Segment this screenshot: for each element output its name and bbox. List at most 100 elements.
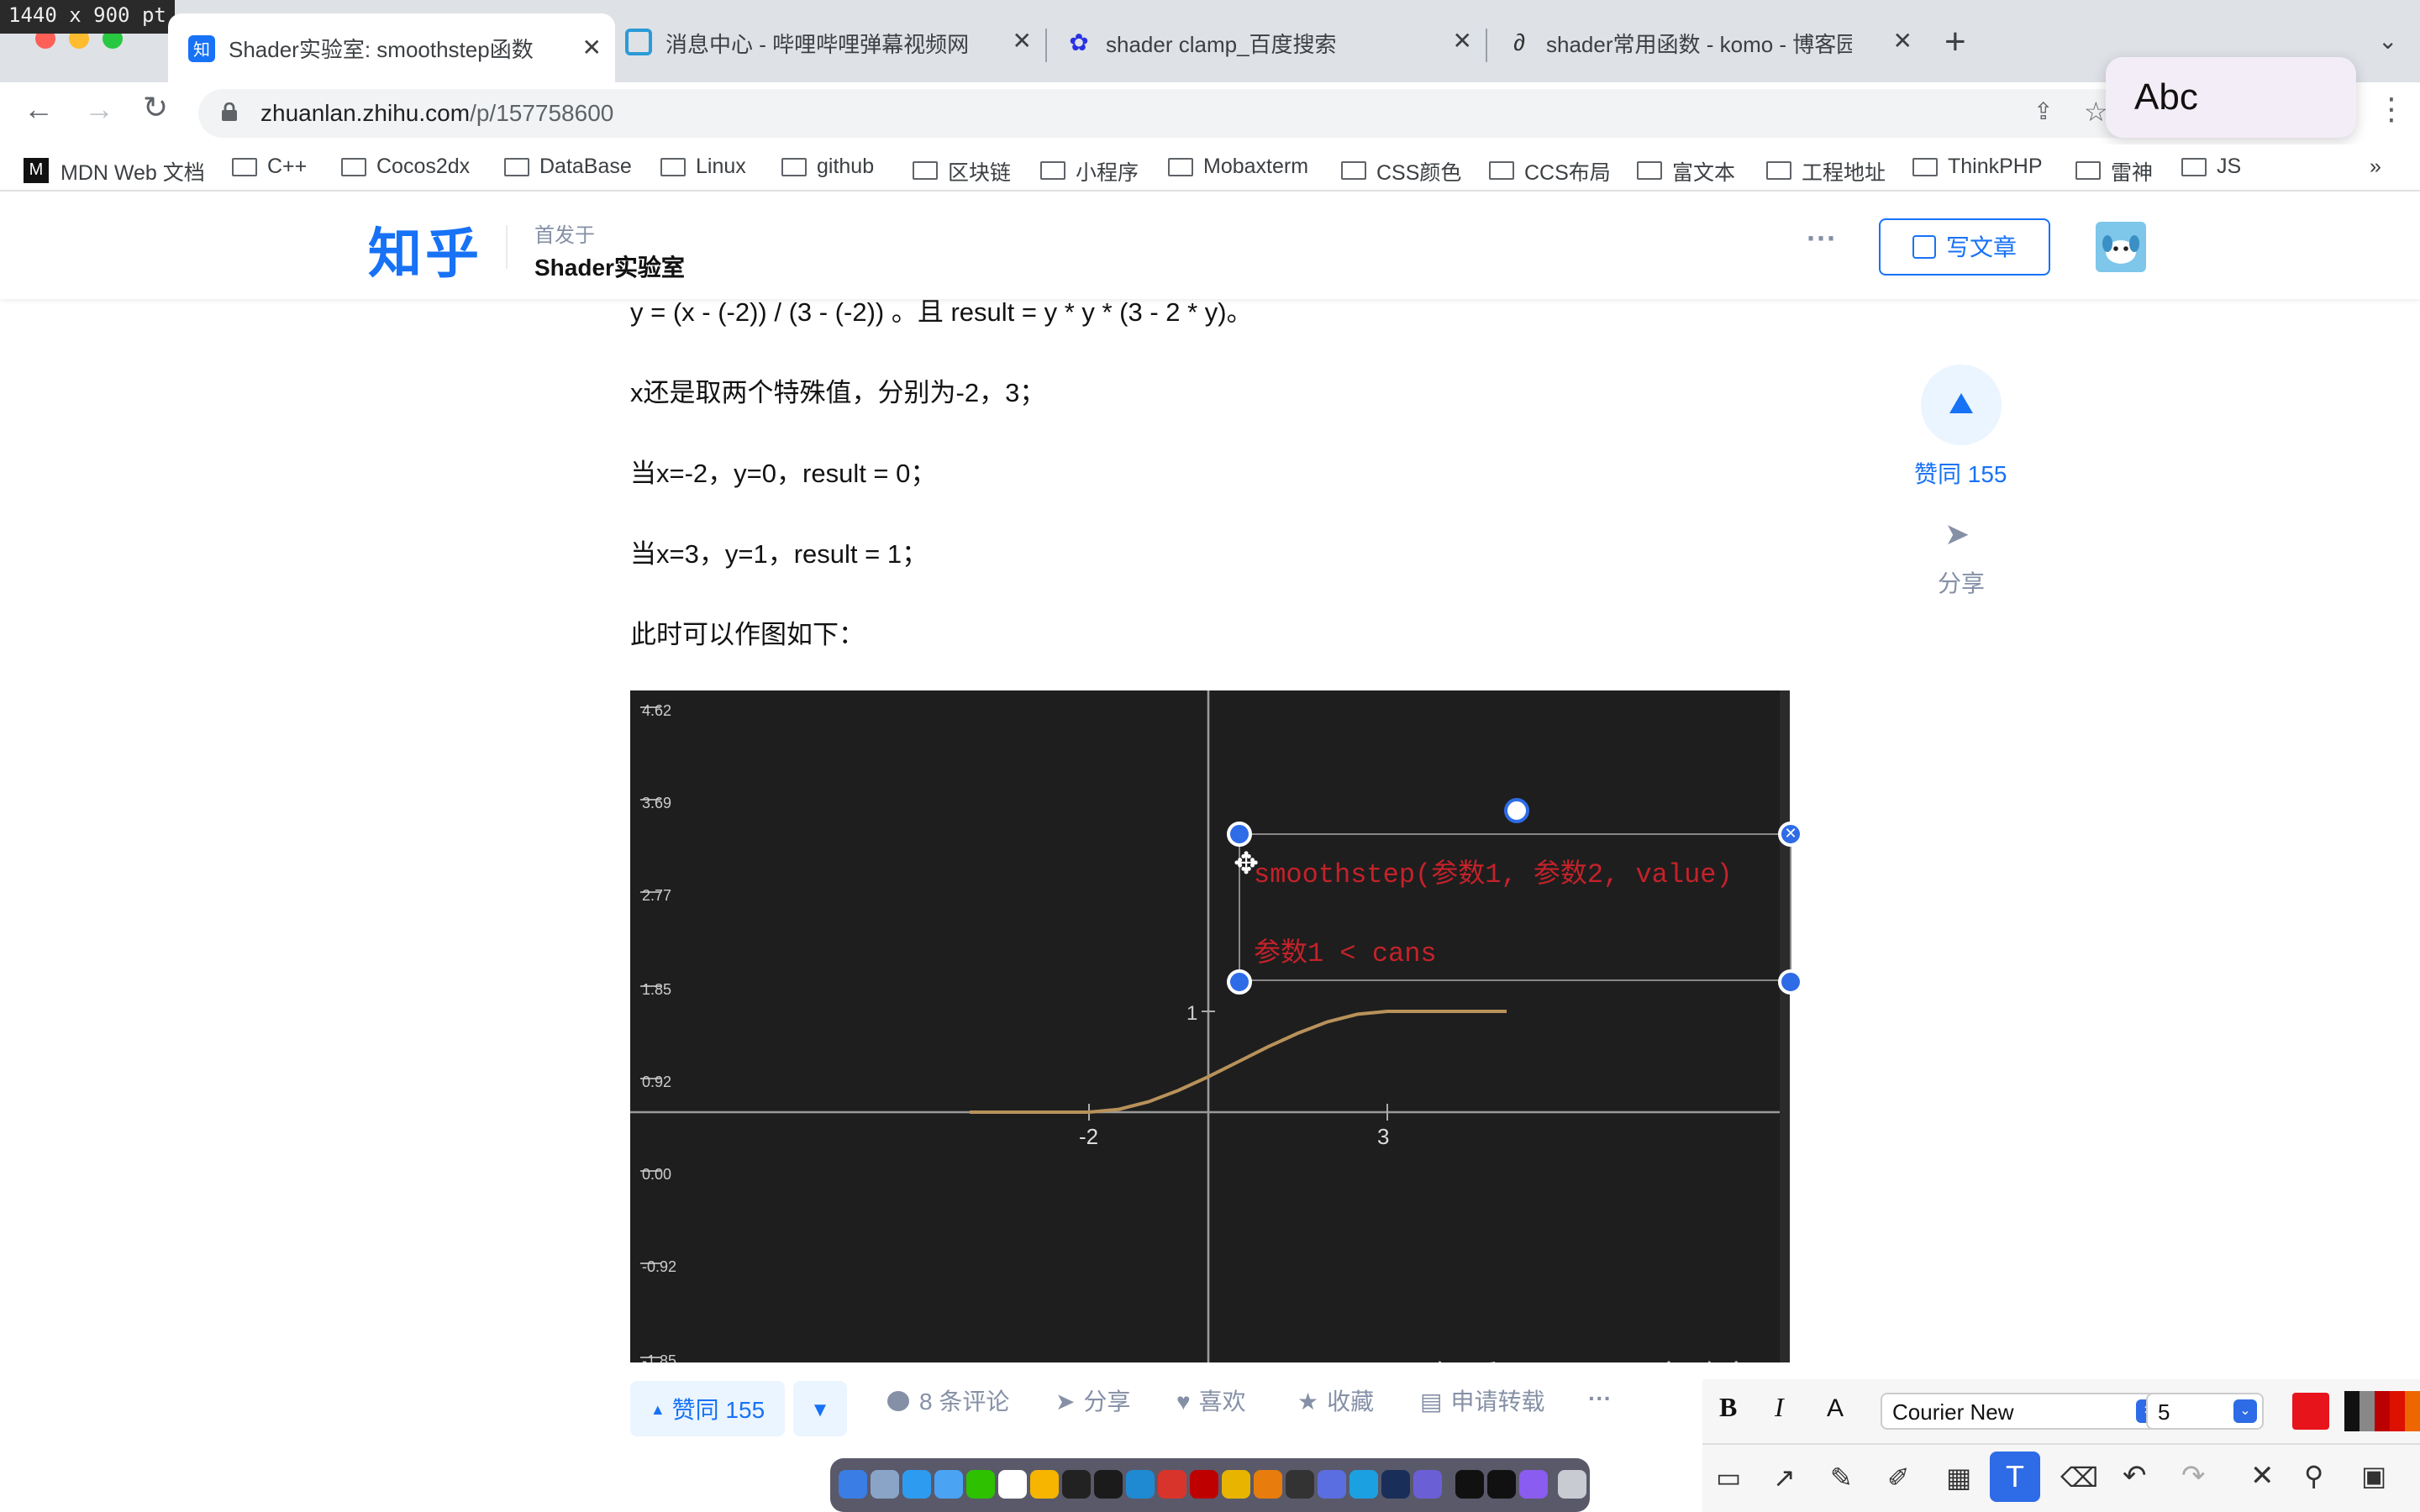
font-size-select[interactable]: 5 ⌄ [2146, 1393, 2264, 1430]
close-tab-icon[interactable]: ✕ [1893, 27, 1912, 55]
back-icon[interactable]: ← [24, 92, 54, 128]
italic-button[interactable]: I [1775, 1394, 1784, 1425]
delete-handle-icon[interactable]: ✕ [1778, 822, 1803, 847]
finder-icon[interactable] [839, 1470, 867, 1499]
bookmark-mdn[interactable]: M MDN Web 文档 [24, 155, 205, 186]
write-article-button[interactable]: 写文章 [1879, 218, 2050, 276]
tab-zhihu[interactable]: 知 Shader实验室: smoothstep函数 ✕ [168, 13, 615, 82]
mosaic-tool-icon[interactable]: ▦ [1946, 1462, 1971, 1495]
launchpad-icon[interactable] [871, 1470, 899, 1499]
triangle-down-icon: ▼ [810, 1397, 830, 1420]
undo-icon[interactable]: ↶ [2123, 1460, 2147, 1494]
safari-icon[interactable] [902, 1470, 931, 1499]
close-tab-icon[interactable]: ✕ [1013, 27, 1032, 55]
more-actions-button[interactable]: ··· [1588, 1384, 1612, 1411]
eraser-tool-icon[interactable]: ⌫ [2060, 1462, 2098, 1495]
mail-icon[interactable] [934, 1470, 963, 1499]
like-button[interactable]: ♥ 喜欢 [1176, 1384, 1246, 1418]
current-color-swatch[interactable] [2292, 1393, 2329, 1430]
shape-tool-icon[interactable]: ▭ [1716, 1462, 1741, 1495]
wps-icon[interactable] [1158, 1470, 1186, 1499]
capcut-icon[interactable] [1487, 1470, 1516, 1499]
bookmark-folder[interactable]: Linux [660, 155, 746, 178]
bookmark-folder[interactable]: 工程地址 [1766, 155, 1886, 186]
resize-handle-bottom-right[interactable] [1778, 969, 1803, 995]
filezilla-icon[interactable] [1190, 1470, 1218, 1499]
redo-icon[interactable]: ↷ [2181, 1460, 2206, 1494]
column-name[interactable]: Shader实验室 [534, 250, 685, 284]
bookmark-folder[interactable]: ThinkPHP [1912, 155, 2043, 178]
highlighter-tool-icon[interactable]: ✐ [1887, 1462, 1910, 1495]
trash-icon[interactable] [1558, 1470, 1586, 1499]
bookmark-folder[interactable]: CSS颜色 [1341, 155, 1461, 186]
comments-button[interactable]: 8 条评论 [887, 1384, 1009, 1418]
font-select[interactable]: Courier New ⇕ [1881, 1393, 2166, 1430]
bookmark-folder[interactable]: DataBase [504, 155, 632, 178]
qq-icon[interactable] [1062, 1470, 1091, 1499]
upvote-button[interactable]: ▲ 赞同 155 [630, 1381, 785, 1436]
bookmark-folder[interactable]: 小程序 [1040, 155, 1139, 186]
reload-icon[interactable]: ↻ [143, 91, 168, 126]
resize-handle-bottom-left[interactable] [1227, 969, 1252, 995]
chrome-icon[interactable] [1222, 1470, 1250, 1499]
text-tool-icon[interactable]: T [1990, 1452, 2040, 1502]
more-icon[interactable]: ··· [1807, 222, 1837, 257]
zhihu-logo[interactable]: 知乎 [368, 212, 482, 289]
bookmark-folder[interactable]: 雷神 [2075, 155, 2153, 186]
arrow-tool-icon[interactable]: ↗ [1773, 1462, 1796, 1495]
app-icon[interactable] [1413, 1470, 1442, 1499]
color-palette[interactable] [2344, 1391, 2420, 1431]
animate-icon[interactable] [1381, 1470, 1410, 1499]
wechat-icon[interactable] [966, 1470, 995, 1499]
collect-button[interactable]: ★ 收藏 [1297, 1384, 1374, 1418]
app-icon[interactable] [1519, 1470, 1548, 1499]
text-style-popup[interactable]: Abc [2106, 57, 2356, 138]
bookmark-folder[interactable]: github [781, 155, 874, 178]
bookmark-star-icon[interactable]: ☆ [2084, 96, 2108, 129]
bookmark-folder[interactable]: Cocos2dx [341, 155, 470, 178]
menu-icon[interactable]: ⋮ [2376, 92, 2407, 128]
side-like-button[interactable] [1921, 365, 2002, 445]
bold-button[interactable]: B [1719, 1394, 1737, 1425]
tab-list-icon[interactable]: ⌄ [2378, 27, 2397, 55]
share-icon[interactable]: ⇪ [2033, 97, 2053, 126]
text-outline-icon[interactable]: A [1827, 1394, 1844, 1423]
cancel-icon[interactable]: ✕ [2250, 1460, 2275, 1494]
tab-cnblogs[interactable]: ∂ shader常用函数 - komo - 博客园 ✕ [1486, 20, 1926, 64]
pin-icon[interactable]: ⚲ [2304, 1460, 2323, 1494]
downvote-button[interactable]: ▼ [793, 1381, 847, 1436]
rotate-handle-icon[interactable] [1504, 798, 1529, 823]
console-icon[interactable] [1286, 1470, 1314, 1499]
close-tab-icon[interactable]: ✕ [582, 34, 602, 62]
edge-icon[interactable] [1349, 1470, 1378, 1499]
blender-icon[interactable] [1254, 1470, 1282, 1499]
share-button[interactable]: ➤ 分享 [1055, 1384, 1130, 1418]
tab-baidu[interactable]: ✿ shader clamp_百度搜索 ✕ [1045, 20, 1486, 64]
vscode-icon[interactable] [1126, 1470, 1155, 1499]
address-bar[interactable]: zhuanlan.zhihu.com/p/157758600 ⇪ ☆ [198, 89, 2319, 138]
bookmark-folder[interactable]: CCS布局 [1489, 155, 1611, 186]
photos-icon[interactable] [1030, 1470, 1059, 1499]
bookmark-folder[interactable]: JS [2181, 155, 2241, 178]
capcut-icon[interactable] [1455, 1470, 1484, 1499]
paper-plane-icon[interactable]: ➤ [1944, 517, 1970, 553]
pencil-tool-icon[interactable]: ✎ [1830, 1462, 1853, 1495]
tab-bilibili[interactable]: 消息中心 - 哔哩哔哩弹幕视频网 ✕ [605, 20, 1045, 64]
app-icon[interactable] [1318, 1470, 1346, 1499]
new-tab-icon[interactable]: + [1944, 20, 1966, 64]
repost-button[interactable]: ▤ 申请转载 [1420, 1384, 1544, 1418]
forward-icon[interactable]: → [84, 92, 114, 128]
resize-handle-top-left[interactable] [1227, 822, 1252, 847]
bookmark-folder[interactable]: C++ [232, 155, 307, 178]
bookmark-folder[interactable]: 区块链 [913, 155, 1011, 186]
close-tab-icon[interactable]: ✕ [1453, 27, 1472, 55]
bookmark-folder[interactable]: Mobaxterm [1168, 155, 1308, 178]
calendar-icon[interactable] [998, 1470, 1027, 1499]
annotation-textbox[interactable]: smoothstep(参数1, 参数2, value) 参数1 < cans [1239, 833, 1791, 981]
bookmarks-overflow[interactable]: » [2370, 155, 2381, 178]
folder-icon [660, 157, 686, 176]
save-icon[interactable]: ▣ [2361, 1460, 2386, 1494]
bookmark-folder[interactable]: 富文本 [1637, 155, 1735, 186]
terminal-icon[interactable] [1094, 1470, 1123, 1499]
avatar[interactable] [2096, 222, 2146, 272]
